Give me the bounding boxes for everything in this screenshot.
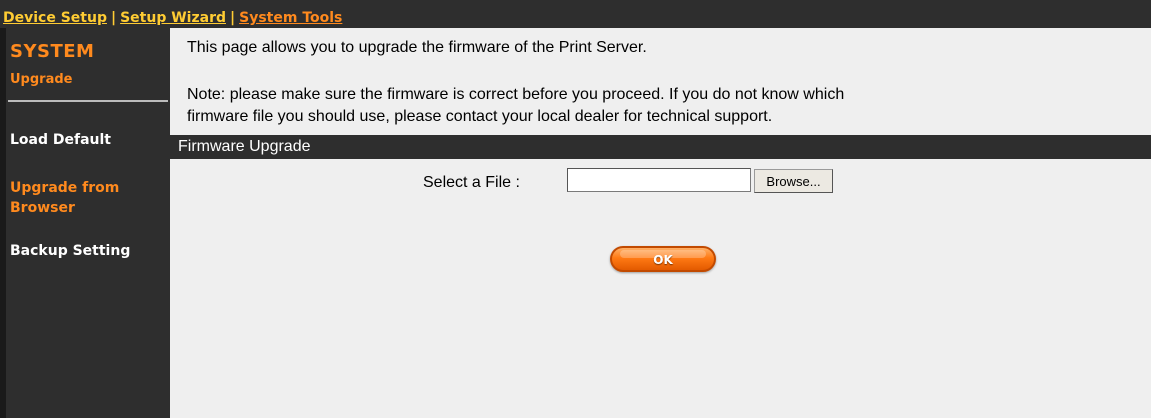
top-navigation-bar: Device Setup | Setup Wizard | System Tools: [0, 0, 1151, 28]
sidebar-item-backup-setting[interactable]: Backup Setting: [10, 241, 160, 261]
sidebar-item-load-default[interactable]: Load Default: [10, 130, 160, 150]
nav-separator: |: [110, 10, 117, 26]
top-nav-links: Device Setup | Setup Wizard | System Tools: [3, 9, 342, 28]
section-header-bar: Firmware Upgrade: [170, 135, 1151, 159]
note-text-line-2: firmware file you should use, please con…: [187, 108, 773, 125]
sidebar-subtitle: Upgrade: [10, 72, 73, 87]
note-text-line-1: Note: please make sure the firmware is c…: [187, 86, 845, 103]
nav-setup-wizard-link[interactable]: Setup Wizard: [120, 10, 226, 26]
intro-text: This page allows you to upgrade the firm…: [187, 39, 647, 56]
sidebar-item-upgrade-from-browser[interactable]: Upgrade from Browser: [10, 178, 160, 218]
nav-system-tools-link[interactable]: System Tools: [239, 10, 342, 26]
main-content: This page allows you to upgrade the firm…: [170, 28, 1151, 418]
ok-button[interactable]: OK: [610, 246, 716, 272]
browse-button[interactable]: Browse...: [754, 169, 833, 193]
sidebar: SYSTEM Upgrade Load Default Upgrade from…: [0, 28, 170, 418]
select-file-label: Select a File :: [423, 174, 520, 191]
sidebar-divider: [8, 100, 168, 102]
page-frame: Device Setup | Setup Wizard | System Tools S…: [0, 0, 1151, 418]
nav-separator: |: [230, 10, 236, 26]
sidebar-title: SYSTEM: [10, 41, 95, 62]
section-title: Firmware Upgrade: [178, 138, 311, 155]
nav-device-setup-link[interactable]: Device Setup: [3, 10, 107, 26]
ok-button-label: OK: [653, 252, 673, 267]
file-path-input[interactable]: [567, 168, 751, 192]
